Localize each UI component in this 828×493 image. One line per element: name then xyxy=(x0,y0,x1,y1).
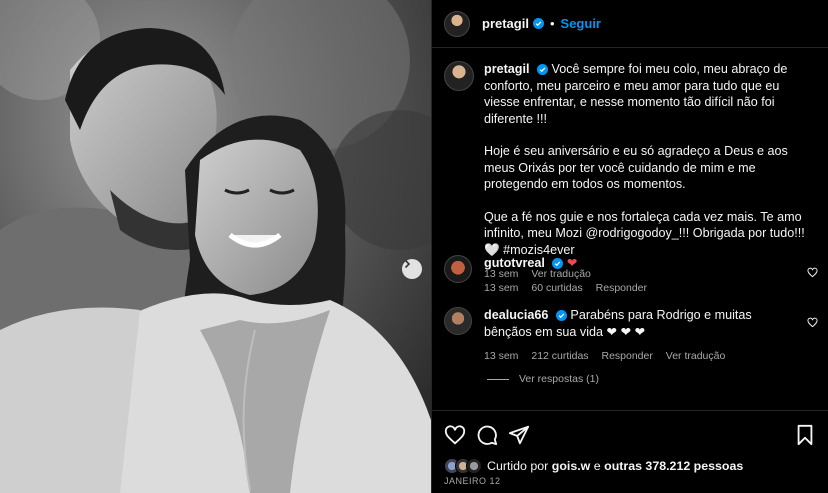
verified-icon xyxy=(552,258,564,270)
likes-conjunction: e xyxy=(593,459,601,473)
verified-icon xyxy=(555,310,567,322)
caption-username[interactable]: pretagil xyxy=(484,62,530,76)
heart-icon[interactable] xyxy=(444,424,466,446)
comment-text: ❤ xyxy=(566,256,578,270)
comment-likes[interactable]: 212 curtidas xyxy=(531,350,588,362)
comment-username[interactable]: gutotvreal xyxy=(484,256,545,270)
post-date: JANEIRO 12 xyxy=(444,476,501,486)
post-caption: pretagil Você sempre foi meu colo, meu a… xyxy=(444,61,816,283)
author-avatar[interactable] xyxy=(444,10,470,37)
couple-photo-illustration xyxy=(0,0,431,493)
separator-dot: • xyxy=(549,16,555,31)
follow-button[interactable]: Seguir xyxy=(561,16,601,31)
verified-icon xyxy=(537,64,548,76)
author-username[interactable]: pretagil xyxy=(482,16,529,31)
share-icon[interactable] xyxy=(508,424,530,446)
comment-item: gutotvreal ❤ 13 sem 60 curtidas Responde… xyxy=(444,255,828,296)
post-header: pretagil • Seguir xyxy=(432,0,828,48)
next-photo-button[interactable] xyxy=(402,259,422,279)
comment-meta: 13 sem 60 curtidas Responder xyxy=(484,280,796,297)
comment-icon[interactable] xyxy=(476,424,498,446)
post-actions xyxy=(432,410,828,458)
comment-like-icon[interactable] xyxy=(807,317,818,328)
likes-prefix: Curtido por xyxy=(487,459,549,473)
comments-section[interactable]: pretagil Você sempre foi meu colo, meu a… xyxy=(432,49,828,410)
liker-username[interactable]: gois.w xyxy=(552,459,591,473)
chevron-right-icon xyxy=(404,259,411,269)
likes-summary: Curtido por gois.w e outras 378.212 pess… xyxy=(444,458,743,474)
comment-time: 13 sem xyxy=(484,281,519,294)
likes-text: Curtido por gois.w e outras 378.212 pess… xyxy=(487,459,743,473)
comment-avatar[interactable] xyxy=(444,307,472,335)
likes-others[interactable]: outras 378.212 pessoas xyxy=(604,459,743,473)
view-replies-label: Ver respostas (1) xyxy=(519,373,599,385)
comment-time: 13 sem xyxy=(484,350,519,362)
caption-paragraph: Você sempre foi meu colo, meu abraço de … xyxy=(484,62,788,126)
caption-avatar[interactable] xyxy=(444,61,474,91)
caption-paragraph: Hoje é seu aniversário e eu só agradeço … xyxy=(484,144,788,191)
verified-icon xyxy=(532,18,544,29)
post-side-panel: pretagil • Seguir pretagil Você sempre f… xyxy=(431,0,828,493)
comment-avatar[interactable] xyxy=(444,255,472,283)
comment-username[interactable]: dealucia66 xyxy=(484,308,548,322)
reply-button[interactable]: Responder xyxy=(596,282,647,294)
liker-avatar xyxy=(466,458,482,474)
reply-button[interactable]: Responder xyxy=(601,350,652,362)
replies-divider xyxy=(487,378,509,380)
comment-item: dealucia66 Parabéns para Rodrigo e muita… xyxy=(444,307,828,365)
view-replies-button[interactable]: Ver respostas (1) xyxy=(487,373,599,385)
translate-link[interactable]: Ver tradução xyxy=(666,350,726,362)
comment-meta: 13 sem 212 curtidas Responder Ver traduç… xyxy=(484,348,796,365)
caption-paragraph: Que a fé nos guie e nos fortaleça cada v… xyxy=(484,209,805,257)
post-photo xyxy=(0,0,431,493)
comment-like-icon[interactable] xyxy=(807,267,818,278)
comment-likes[interactable]: 60 curtidas xyxy=(531,282,582,294)
bookmark-icon[interactable] xyxy=(794,424,816,446)
